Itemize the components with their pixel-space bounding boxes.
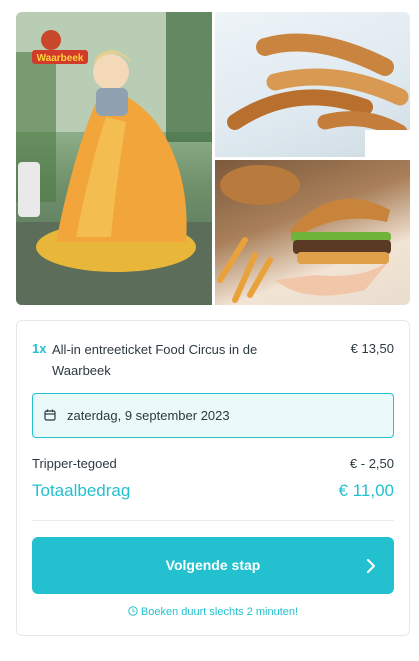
boat-ride-illustration: Waarbeek [16, 12, 212, 305]
total-row: Totaalbedrag € 11,00 [32, 481, 394, 505]
credit-row: Tripper-tegoed € - 2,50 [32, 456, 394, 474]
booking-time-note-text: Boeken duurt slechts 2 minuten! [140, 606, 299, 618]
calendar-icon [44, 409, 56, 421]
next-step-button[interactable]: Volgende stap [32, 537, 394, 594]
date-picker-field[interactable]: zaterdag, 9 september 2023 [32, 393, 394, 438]
order-line-item: 1x All-in entreeticket Food Circus in de… [32, 339, 394, 379]
photo-churros[interactable] [215, 12, 410, 157]
order-summary-card: 1x All-in entreeticket Food Circus in de… [16, 320, 410, 636]
total-label: Totaalbedrag [32, 481, 131, 500]
item-name: All-in entreeticket Food Circus in de Wa… [52, 342, 258, 378]
credit-value: € - 2,50 [349, 456, 394, 471]
photo-child-boat-ride[interactable]: Waarbeek [16, 12, 212, 305]
total-value: € 11,00 [338, 481, 394, 500]
item-price: € 13,50 [350, 341, 394, 356]
next-step-label: Volgende stap [165, 557, 261, 573]
chevron-right-icon [367, 559, 375, 573]
image-gallery[interactable]: Waarbeek [16, 12, 410, 305]
clock-icon [128, 606, 138, 616]
churros-illustration [227, 33, 410, 157]
credit-label: Tripper-tegoed [32, 456, 117, 471]
waarbeek-logo-text: Waarbeek [37, 53, 84, 64]
selected-date: zaterdag, 9 september 2023 [67, 408, 230, 423]
item-quantity: 1x [32, 341, 47, 356]
burger-illustration [217, 165, 391, 303]
divider [32, 520, 394, 521]
photo-burger-and-fries[interactable] [215, 160, 410, 305]
booking-time-note: Boeken duurt slechts 2 minuten! [17, 604, 409, 620]
